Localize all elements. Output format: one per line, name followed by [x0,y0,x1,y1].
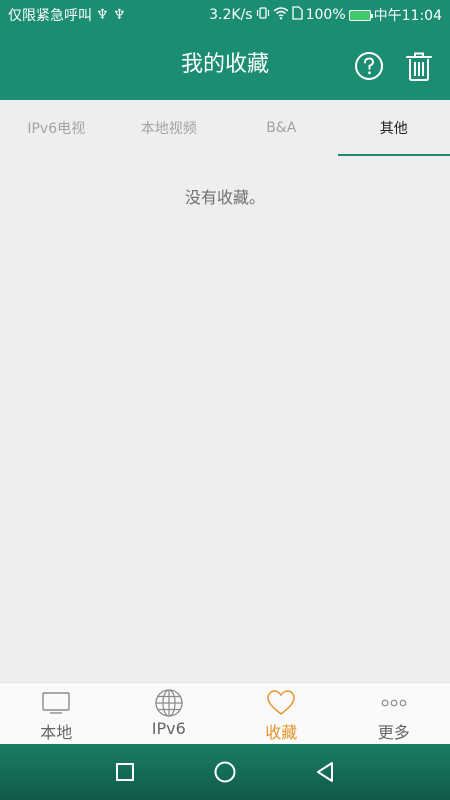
tab-bar: IPv6电视 本地视频 B&A 其他 [0,100,450,156]
status-bar: 仅限紧急呼叫 ♆ ♆ 3.2K/s 100% 中午11:04 [0,0,450,30]
tab-ba[interactable]: B&A [225,100,338,156]
tab-ipv6-tv[interactable]: IPv6电视 [0,100,113,156]
battery-percent: 100% [305,7,346,23]
help-button[interactable] [352,49,386,83]
tab-label: 本地视频 [140,121,197,137]
favorites-list: 没有收藏。 [0,156,450,682]
usb-icon: ♆ ♆ [96,7,126,23]
globe-icon [154,689,184,717]
tab-label: IPv6电视 [27,121,86,137]
triangle-back-icon [317,762,333,782]
tab-label: B&A [266,120,297,136]
nav-favorites[interactable]: 收藏 [225,683,338,744]
nav-label: IPv6 [151,719,186,738]
empty-message: 没有收藏。 [184,188,265,207]
system-nav-bar [0,744,450,800]
status-left: 仅限紧急呼叫 ♆ ♆ [8,5,126,25]
recents-button[interactable] [110,757,140,787]
tv-icon [41,689,71,717]
app-bar: 我的收藏 [0,30,450,100]
square-icon [116,763,134,781]
back-button[interactable] [310,757,340,787]
emergency-calls-text: 仅限紧急呼叫 [8,8,92,24]
battery-icon [348,9,373,21]
bottom-nav: 本地 IPv6 收藏 更多 [0,682,450,744]
nav-label: 收藏 [265,723,298,742]
tab-local-video[interactable]: 本地视频 [113,100,226,156]
nav-label: 更多 [377,723,410,742]
sim-icon [291,6,303,24]
wifi-icon [273,6,289,24]
tab-label: 其他 [379,121,408,137]
delete-button[interactable] [402,49,436,83]
help-icon [355,52,383,80]
nav-label: 本地 [40,723,73,742]
clock: 中午11:04 [373,8,442,24]
trash-icon [406,52,432,81]
status-right: 3.2K/s 100% 中午11:04 [209,5,442,25]
nav-ipv6[interactable]: IPv6 [113,683,226,744]
home-button[interactable] [210,757,240,787]
more-icon [379,689,409,717]
circle-icon [214,761,236,783]
nav-local[interactable]: 本地 [0,683,113,744]
heart-icon [266,689,296,717]
tab-other[interactable]: 其他 [337,100,450,156]
vibrate-icon [256,6,270,24]
network-speed: 3.2K/s [209,7,253,23]
nav-more[interactable]: 更多 [338,683,450,744]
